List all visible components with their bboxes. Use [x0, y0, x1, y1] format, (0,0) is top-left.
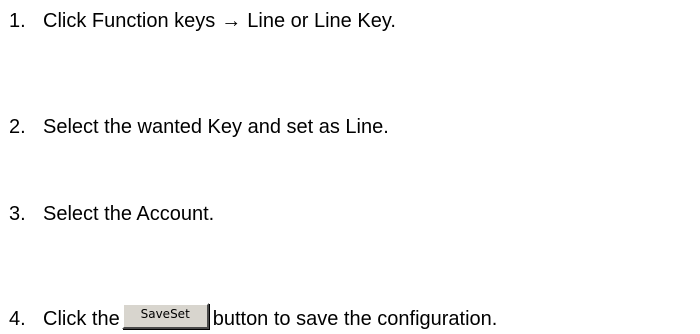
step-number: 1. [9, 10, 26, 32]
step-number: 4. [9, 308, 26, 330]
step-2: 2. Select the wanted Key and set as Line. [0, 115, 389, 139]
step-3: 3. Select the Account. [0, 202, 214, 226]
step-text-after-button: button to save the configuration. [212, 308, 498, 330]
step-number: 3. [9, 203, 26, 225]
saveset-button[interactable]: SaveSet [121, 303, 209, 329]
step-text: Select the wanted Key and set as Line. [43, 116, 389, 138]
step-text: Select the Account. [43, 203, 215, 225]
step-text-after-arrow: Line or Line Key. [247, 10, 396, 32]
step-text-before-arrow: Click Function keys [43, 10, 216, 32]
step-1: 1. Click Function keys → Line or Line Key. [0, 9, 396, 33]
right-arrow-icon: → [221, 10, 242, 32]
step-4: 4. Click the SaveSet button to save the con… [0, 303, 498, 331]
step-text-before-button: Click the [43, 308, 120, 330]
step-number: 2. [9, 116, 26, 138]
